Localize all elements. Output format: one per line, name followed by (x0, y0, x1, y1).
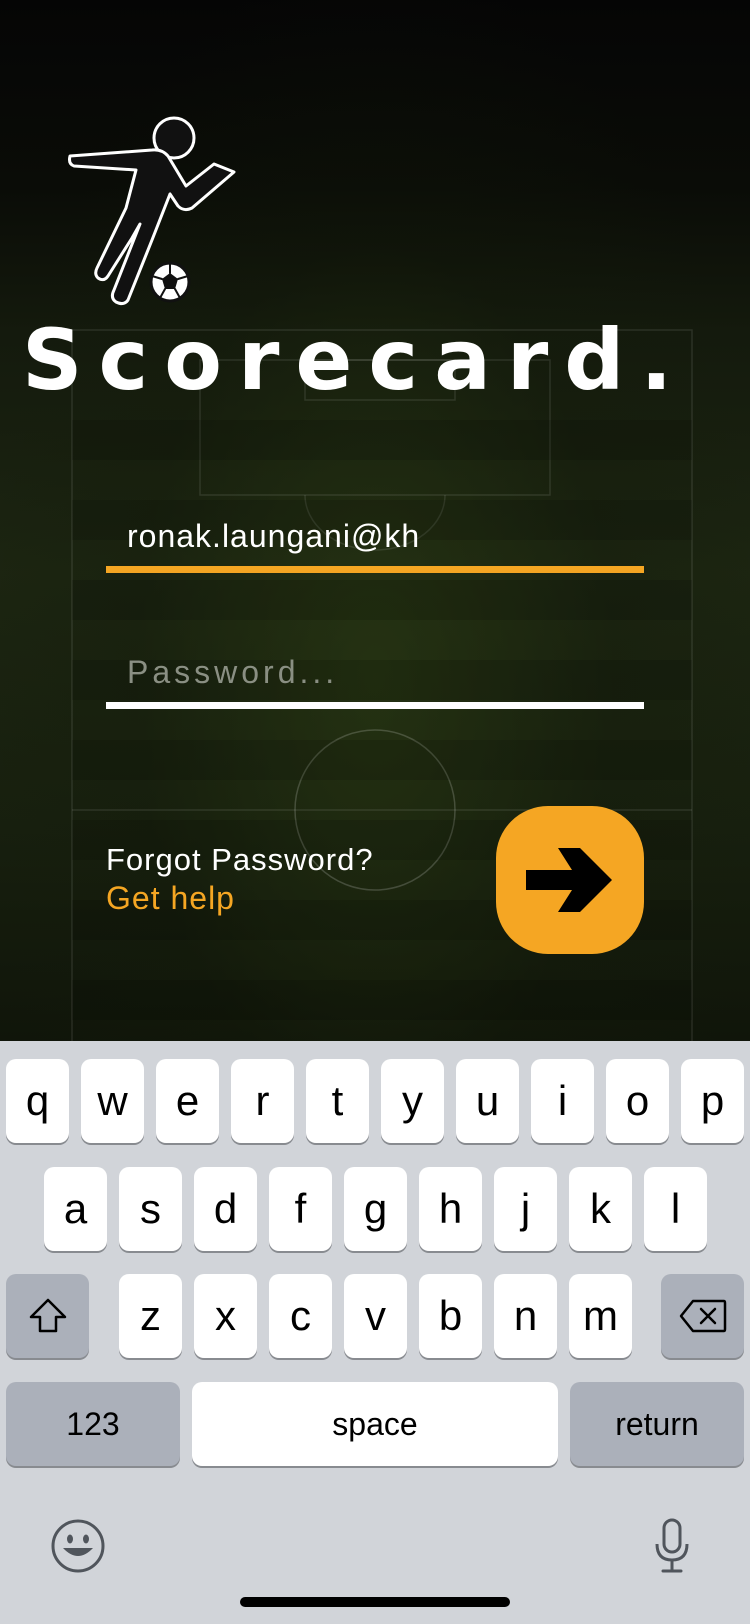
key-k[interactable]: k (569, 1167, 632, 1251)
numbers-key[interactable]: 123 (6, 1382, 180, 1466)
key-h[interactable]: h (419, 1167, 482, 1251)
home-indicator[interactable] (240, 1597, 510, 1607)
key-e[interactable]: e (156, 1059, 219, 1143)
on-screen-keyboard: q w e r t y u i o p a s d f g h j k l z … (0, 1041, 750, 1624)
login-submit-button[interactable] (496, 806, 644, 954)
forgot-password-text: Forgot Password? (106, 842, 374, 877)
email-underline (106, 566, 644, 573)
password-field (106, 642, 644, 709)
key-a[interactable]: a (44, 1167, 107, 1251)
hero-background: Scorecard. Forgot Password? Get help (0, 0, 750, 1041)
key-t[interactable]: t (306, 1059, 369, 1143)
key-x[interactable]: x (194, 1274, 257, 1358)
key-i[interactable]: i (531, 1059, 594, 1143)
password-underline (106, 702, 644, 709)
key-d[interactable]: d (194, 1167, 257, 1251)
key-l[interactable]: l (644, 1167, 707, 1251)
key-u[interactable]: u (456, 1059, 519, 1143)
key-j[interactable]: j (494, 1167, 557, 1251)
key-g[interactable]: g (344, 1167, 407, 1251)
microphone-icon[interactable] (652, 1518, 692, 1574)
shift-key[interactable] (6, 1274, 89, 1358)
key-b[interactable]: b (419, 1274, 482, 1358)
key-f[interactable]: f (269, 1167, 332, 1251)
key-v[interactable]: v (344, 1274, 407, 1358)
emoji-icon[interactable] (50, 1518, 106, 1574)
email-input[interactable] (106, 506, 644, 566)
key-p[interactable]: p (681, 1059, 744, 1143)
key-z[interactable]: z (119, 1274, 182, 1358)
password-input[interactable] (106, 642, 644, 702)
app-title: Scorecard. (22, 311, 689, 409)
get-help-link[interactable]: Get help (106, 880, 235, 917)
shift-icon (29, 1298, 66, 1333)
key-r[interactable]: r (231, 1059, 294, 1143)
space-key[interactable]: space (192, 1382, 558, 1466)
arrow-right-icon (526, 848, 612, 912)
key-w[interactable]: w (81, 1059, 144, 1143)
backspace-icon (679, 1299, 726, 1333)
key-s[interactable]: s (119, 1167, 182, 1251)
email-field (106, 506, 644, 573)
soccer-player-logo-icon (68, 116, 236, 306)
key-o[interactable]: o (606, 1059, 669, 1143)
key-n[interactable]: n (494, 1274, 557, 1358)
key-c[interactable]: c (269, 1274, 332, 1358)
backspace-key[interactable] (661, 1274, 744, 1358)
return-key[interactable]: return (570, 1382, 744, 1466)
key-m[interactable]: m (569, 1274, 632, 1358)
key-y[interactable]: y (381, 1059, 444, 1143)
key-q[interactable]: q (6, 1059, 69, 1143)
